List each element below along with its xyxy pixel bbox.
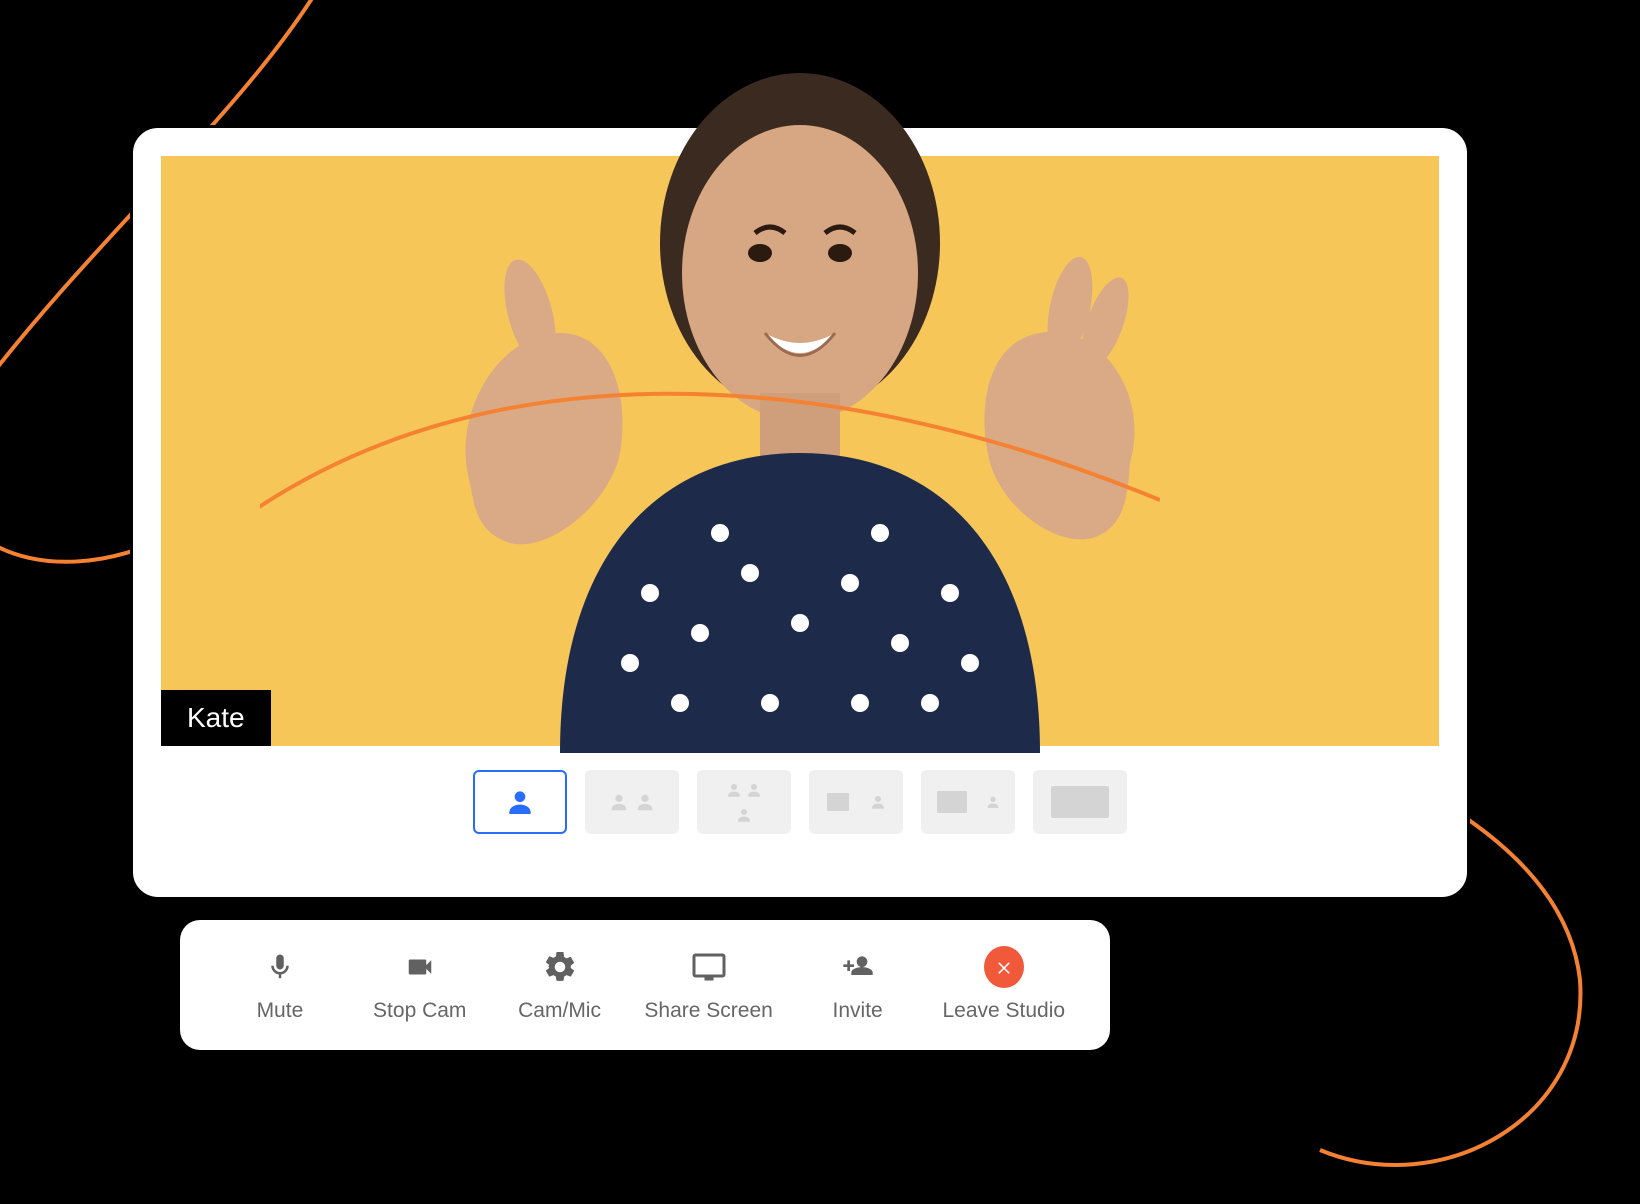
studio-toolbar: Mute Stop Cam Cam/Mic Share Screen Invit… [180,920,1110,1050]
invite-label: Invite [833,999,883,1023]
layout-selector-row [161,770,1439,834]
invite-button[interactable]: Invite [803,947,913,1023]
gear-icon [540,947,580,987]
layout-two-up-button[interactable] [585,770,679,834]
stop-cam-button[interactable]: Stop Cam [365,947,475,1023]
microphone-icon [260,947,300,987]
layout-screen-plus-one-button[interactable] [809,770,903,834]
person-add-icon [838,947,878,987]
close-icon [984,947,1024,987]
camera-icon [400,947,440,987]
participant-name: Kate [187,702,245,733]
share-screen-label: Share Screen [644,999,772,1023]
leave-label: Leave Studio [942,999,1065,1023]
share-screen-button[interactable]: Share Screen [644,947,772,1023]
layout-three-up-button[interactable] [697,770,791,834]
mute-button[interactable]: Mute [225,947,335,1023]
studio-window: Kate [130,125,1470,900]
participant-name-badge: Kate [161,690,271,746]
cam-mic-settings-button[interactable]: Cam/Mic [505,947,615,1023]
leave-studio-button[interactable]: Leave Studio [942,947,1065,1023]
participant-video-silhouette [350,33,1250,753]
monitor-icon [689,947,729,987]
mute-label: Mute [257,999,304,1023]
layout-cinema-plus-one-button[interactable] [921,770,1015,834]
layout-solo-button[interactable] [473,770,567,834]
layout-full-screen-button[interactable] [1033,770,1127,834]
cam-mic-label: Cam/Mic [518,999,601,1023]
stop-cam-label: Stop Cam [373,999,466,1023]
